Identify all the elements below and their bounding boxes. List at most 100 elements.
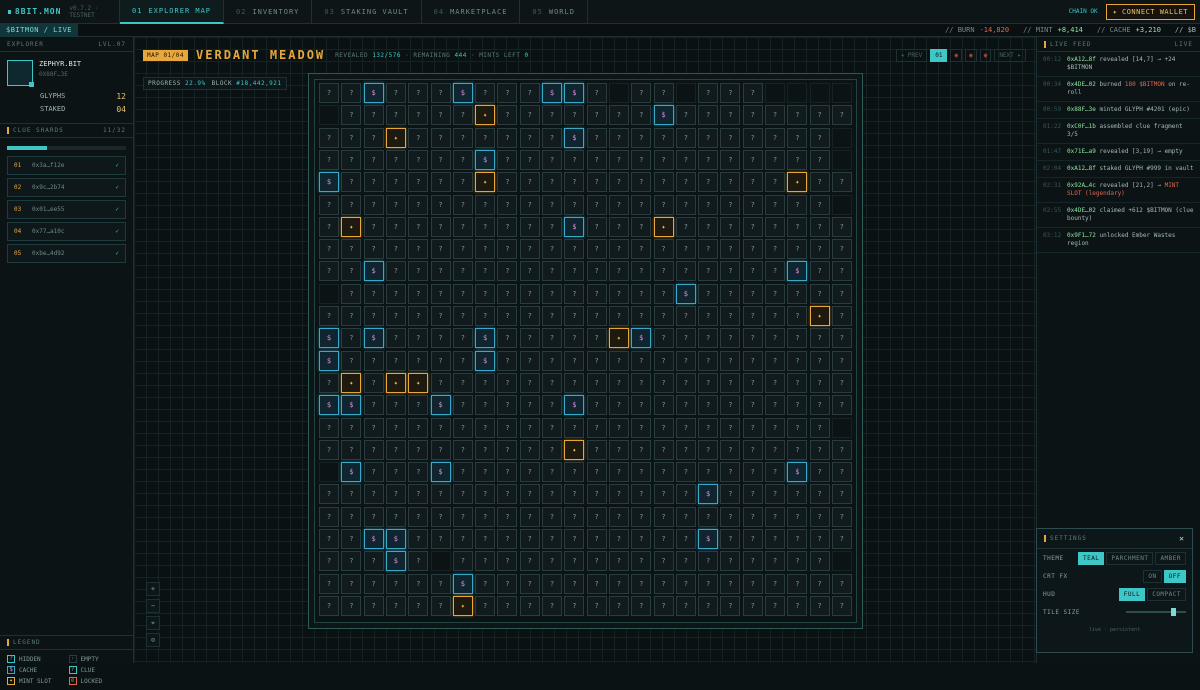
tab-inventory[interactable]: 02 INVENTORY <box>224 0 313 24</box>
tile-hidden[interactable]: ? <box>452 239 473 260</box>
tile-hidden[interactable]: ? <box>452 216 473 237</box>
tile-hidden[interactable]: ? <box>698 149 719 170</box>
tile-hidden[interactable]: ? <box>385 506 406 527</box>
tile-empty[interactable] <box>319 462 339 483</box>
tile-hidden[interactable]: ? <box>408 551 429 572</box>
tile-hidden[interactable]: ? <box>519 261 540 282</box>
tile-hidden[interactable]: ? <box>319 306 339 326</box>
tile-cache[interactable]: $ <box>385 551 406 572</box>
tile-hidden[interactable]: ? <box>519 439 540 460</box>
tile-hidden[interactable]: ? <box>631 306 652 326</box>
tile-hidden[interactable]: ? <box>452 306 473 326</box>
tile-hidden[interactable]: ? <box>720 172 741 193</box>
tile-hidden[interactable]: ? <box>542 283 562 304</box>
tile-hidden[interactable]: ? <box>430 127 451 148</box>
tile-mint-slot[interactable]: ✦ <box>385 372 406 393</box>
tile-hidden[interactable]: ? <box>319 216 339 237</box>
tile-cache[interactable]: $ <box>475 350 496 371</box>
tile-hidden[interactable]: ? <box>564 239 585 260</box>
tile-hidden[interactable]: ? <box>586 484 607 505</box>
tile-hidden[interactable]: ? <box>831 216 852 237</box>
tile-hidden[interactable]: ? <box>720 239 741 260</box>
tile-hidden[interactable]: ? <box>319 261 339 282</box>
tile-hidden[interactable]: ? <box>385 239 406 260</box>
tile-hidden[interactable]: ? <box>430 595 451 616</box>
tile-hidden[interactable]: ? <box>675 216 696 237</box>
tile-hidden[interactable]: ? <box>475 529 496 549</box>
tile-hidden[interactable]: ? <box>519 462 540 483</box>
hud-full-option[interactable]: FULL <box>1118 587 1146 601</box>
tile-hidden[interactable]: ? <box>519 484 540 505</box>
tile-hidden[interactable]: ? <box>742 573 763 594</box>
tile-hidden[interactable]: ? <box>698 83 719 103</box>
tab-marketplace[interactable]: 04 MARKETPLACE <box>422 0 521 24</box>
tile-hidden[interactable]: ? <box>542 551 562 572</box>
tile-hidden[interactable]: ? <box>341 506 362 527</box>
tile-hidden[interactable]: ? <box>787 239 808 260</box>
tile-hidden[interactable]: ? <box>497 194 518 215</box>
tile-hidden[interactable]: ? <box>363 506 384 527</box>
tile-cache[interactable]: $ <box>385 529 406 549</box>
tile-hidden[interactable]: ? <box>385 261 406 282</box>
tile-hidden[interactable]: ? <box>631 239 652 260</box>
tile-empty[interactable] <box>809 83 830 103</box>
tile-hidden[interactable]: ? <box>608 261 629 282</box>
tile-hidden[interactable]: ? <box>765 149 785 170</box>
tile-hidden[interactable]: ? <box>408 506 429 527</box>
tile-hidden[interactable]: ? <box>385 172 406 193</box>
tile-hidden[interactable]: ? <box>765 484 785 505</box>
tile-hidden[interactable]: ? <box>608 306 629 326</box>
tile-hidden[interactable]: ? <box>742 127 763 148</box>
tile-hidden[interactable]: ? <box>631 417 652 438</box>
tile-hidden[interactable]: ? <box>742 484 763 505</box>
tile-cache[interactable]: $ <box>363 83 384 103</box>
tile-hidden[interactable]: ? <box>564 283 585 304</box>
tile-hidden[interactable]: ? <box>675 105 696 126</box>
tile-hidden[interactable]: ? <box>341 105 362 126</box>
tile-hidden[interactable]: ? <box>363 573 384 594</box>
tile-hidden[interactable]: ? <box>430 506 451 527</box>
tile-hidden[interactable]: ? <box>653 484 674 505</box>
feed-address[interactable]: 0x9F1…72 <box>1067 232 1096 239</box>
tile-hidden[interactable]: ? <box>631 283 652 304</box>
tile-hidden[interactable]: ? <box>452 350 473 371</box>
tile-hidden[interactable]: ? <box>452 283 473 304</box>
tile-hidden[interactable]: ? <box>608 149 629 170</box>
tile-cache[interactable]: $ <box>787 261 808 282</box>
tile-hidden[interactable]: ? <box>519 194 540 215</box>
tile-hidden[interactable]: ? <box>631 462 652 483</box>
tile-cache[interactable]: $ <box>698 529 719 549</box>
hud-compact-option[interactable]: COMPACT <box>1147 587 1186 601</box>
tile-hidden[interactable]: ? <box>720 261 741 282</box>
tile-hidden[interactable]: ? <box>341 328 362 349</box>
tile-hidden[interactable]: ? <box>341 149 362 170</box>
tile-hidden[interactable]: ? <box>475 194 496 215</box>
tile-hidden[interactable]: ? <box>586 83 607 103</box>
tile-cache[interactable]: $ <box>452 573 473 594</box>
tile-hidden[interactable]: ? <box>586 239 607 260</box>
tile-hidden[interactable]: ? <box>608 417 629 438</box>
tile-hidden[interactable]: ? <box>542 194 562 215</box>
tile-hidden[interactable]: ? <box>475 462 496 483</box>
tile-hidden[interactable]: ? <box>608 484 629 505</box>
tile-empty[interactable] <box>675 83 696 103</box>
tile-hidden[interactable]: ? <box>675 484 696 505</box>
tile-hidden[interactable]: ? <box>720 83 741 103</box>
tile-empty[interactable] <box>319 105 339 126</box>
tile-hidden[interactable]: ? <box>608 462 629 483</box>
tile-hidden[interactable]: ? <box>519 595 540 616</box>
tile-hidden[interactable]: ? <box>519 372 540 393</box>
tile-hidden[interactable]: ? <box>765 551 785 572</box>
tile-hidden[interactable]: ? <box>430 239 451 260</box>
tile-hidden[interactable]: ? <box>608 127 629 148</box>
tile-hidden[interactable]: ? <box>720 417 741 438</box>
tile-hidden[interactable]: ? <box>653 551 674 572</box>
tile-hidden[interactable]: ? <box>720 439 741 460</box>
zoom-out-button[interactable]: − <box>146 599 160 613</box>
tile-hidden[interactable]: ? <box>698 283 719 304</box>
recenter-button[interactable]: ⌖ <box>146 616 160 630</box>
tile-hidden[interactable]: ? <box>363 350 384 371</box>
tile-hidden[interactable]: ? <box>341 194 362 215</box>
tile-hidden[interactable]: ? <box>586 529 607 549</box>
tile-hidden[interactable]: ? <box>497 239 518 260</box>
